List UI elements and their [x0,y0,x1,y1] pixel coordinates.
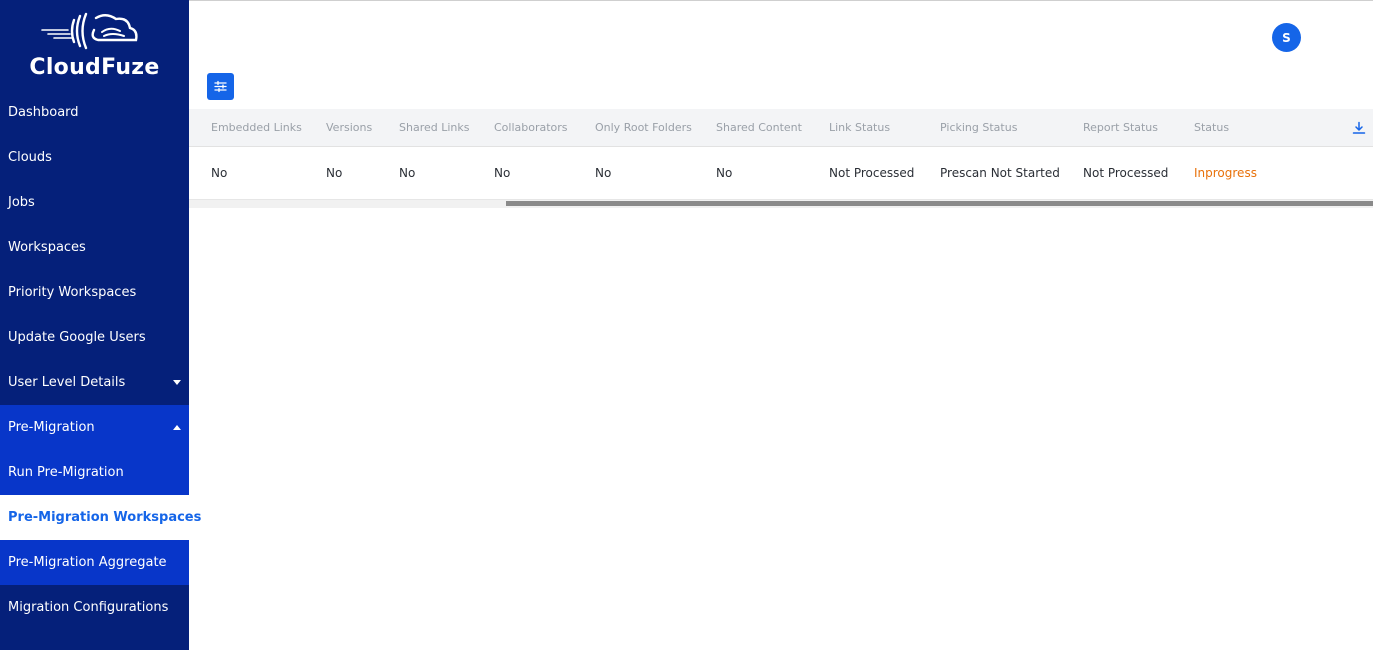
sidebar-item-dashboard[interactable]: Dashboard [0,90,189,135]
sidebar-item-label: Jobs [8,195,35,210]
cell-only-root-folders: No [595,166,612,180]
cell-picking-status: Prescan Not Started [940,166,1060,180]
sidebar-item-label: Run Pre-Migration [8,465,124,480]
column-header-shared-content[interactable]: Shared Content [716,109,802,147]
column-header-shared-links[interactable]: Shared Links [399,109,469,147]
app: CloudFuze Dashboard Clouds Jobs Workspac… [0,0,1373,650]
column-header-embedded-links[interactable]: Embedded Links [211,109,302,147]
horizontal-scrollbar[interactable] [189,200,1373,208]
column-header-status[interactable]: Status [1194,109,1229,147]
sidebar-item-pre-migration[interactable]: Pre-Migration [0,405,189,450]
column-header-only-root-folders[interactable]: Only Root Folders [595,109,692,147]
cell-embedded-links: No [211,166,228,180]
sidebar: CloudFuze Dashboard Clouds Jobs Workspac… [0,0,201,650]
sidebar-item-migration-configurations[interactable]: Migration Configurations [0,585,189,630]
logo[interactable]: CloudFuze [0,0,189,90]
column-header-report-status[interactable]: Report Status [1083,109,1158,147]
cell-link-status: Not Processed [829,166,915,180]
sidebar-item-priority-workspaces[interactable]: Priority Workspaces [0,270,189,315]
column-header-link-status[interactable]: Link Status [829,109,890,147]
sidebar-nav: Dashboard Clouds Jobs Workspaces Priorit… [0,90,201,630]
table-header: Embedded Links Versions Shared Links Col… [189,109,1373,147]
cell-report-status: Not Processed [1083,166,1169,180]
sidebar-item-user-level-details[interactable]: User Level Details [0,360,189,405]
cell-shared-content: No [716,166,733,180]
pre-migration-workspaces-table: Embedded Links Versions Shared Links Col… [189,109,1373,200]
sidebar-item-clouds[interactable]: Clouds [0,135,189,180]
sidebar-item-label: Migration Configurations [8,600,169,615]
sidebar-item-pre-migration-workspaces[interactable]: Pre-Migration Workspaces [0,495,201,540]
sidebar-item-jobs[interactable]: Jobs [0,180,189,225]
sidebar-item-label: Priority Workspaces [8,285,137,300]
sidebar-item-label: Update Google Users [8,330,146,345]
sidebar-item-pre-migration-aggregate[interactable]: Pre-Migration Aggregate [0,540,189,585]
cell-collaborators: No [494,166,511,180]
column-header-versions[interactable]: Versions [326,109,372,147]
avatar-initial: S [1282,30,1291,45]
caret-up-icon [173,425,181,430]
sidebar-item-label: Workspaces [8,240,86,255]
sidebar-item-label: Pre-Migration Workspaces [8,510,202,525]
column-header-collaborators[interactable]: Collaborators [494,109,568,147]
avatar[interactable]: S [1272,23,1301,52]
cell-shared-links: No [399,166,416,180]
cloudfuze-logo-icon [41,12,138,50]
sidebar-item-run-pre-migration[interactable]: Run Pre-Migration [0,450,189,495]
brand-name: CloudFuze [29,55,160,80]
table-row[interactable]: No No No No No No Not Processed Prescan … [189,147,1373,200]
sidebar-item-workspaces[interactable]: Workspaces [0,225,189,270]
sliders-icon [214,80,227,93]
cell-versions: No [326,166,343,180]
sidebar-item-label: Pre-Migration Aggregate [8,555,167,570]
scrollbar-thumb[interactable] [506,201,1373,206]
top-divider [189,0,1373,1]
sidebar-item-label: Clouds [8,150,52,165]
sidebar-item-label: Dashboard [8,105,79,120]
sidebar-item-update-google-users[interactable]: Update Google Users [0,315,189,360]
download-icon[interactable] [1352,121,1366,135]
caret-down-icon [173,380,181,385]
filter-button[interactable] [207,73,234,100]
cell-status: Inprogress [1194,166,1257,180]
column-header-picking-status[interactable]: Picking Status [940,109,1017,147]
sidebar-item-label: Pre-Migration [8,420,95,435]
sidebar-item-label: User Level Details [8,375,126,390]
